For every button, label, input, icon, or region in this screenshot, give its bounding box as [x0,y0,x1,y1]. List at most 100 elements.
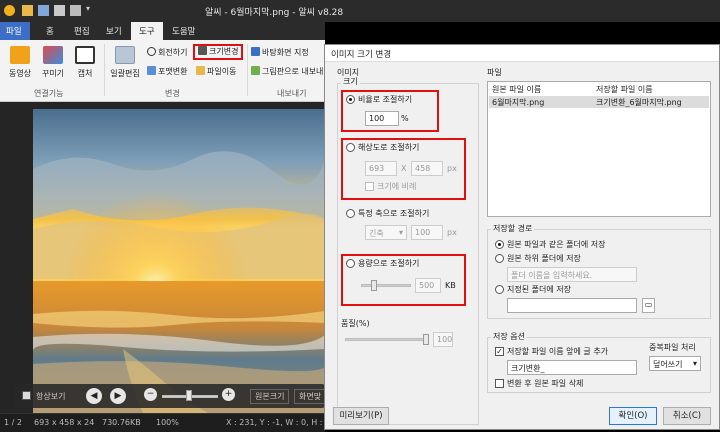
print-icon[interactable] [70,5,81,16]
ratio-label: 비율로 조절하기 [358,95,413,104]
keep-ratio-checkbox[interactable] [365,182,374,191]
quality-slider-thumb[interactable] [423,334,429,345]
zoom-in-icon[interactable]: + [222,388,235,401]
next-image-button[interactable]: ▶ [110,388,126,404]
capacity-radio[interactable] [346,259,355,268]
sub-folder-input[interactable]: 폴더 이름을 입력하세요. [507,267,637,282]
move-file-label: 파일이동 [207,67,237,76]
list-item[interactable]: 6월마지막.png 크기변환_6월마지막.png [489,96,709,108]
duplicate-select[interactable]: 덮어쓰기 ▾ [649,356,701,371]
ok-button[interactable]: 확인(O) [609,407,657,425]
axis-select[interactable]: 긴축 ▾ [365,225,407,240]
ratio-input[interactable]: 100 [365,111,399,126]
decorate-button[interactable]: 꾸미기 [38,46,68,79]
browse-folder-button[interactable]: ▭ [642,298,655,313]
group-label-link: 연결기능 [34,89,64,98]
col-original-header[interactable]: 원본 파일 이름 [492,84,541,95]
image-viewer[interactable]: 항상보기 ◀ ▶ − + 원본크기 화면맞 [0,102,327,413]
always-on-top-checkbox[interactable] [22,391,31,400]
wallpaper-label: 바탕화면 지정 [262,48,309,57]
group-label-export: 내보내기 [277,89,307,98]
ribbon-panel: 동영상 꾸미기 캡처 일괄편집 회전하기 크기변경 포맷변환 파일이동 바탕화면… [0,40,325,102]
quality-input[interactable]: 100 [433,332,453,347]
image-icon[interactable] [38,5,49,16]
video-label: 동영상 [8,69,32,78]
ribbon-tab-bar: 파일 홈 편집 보기 도구 도움말 [0,22,325,40]
move-file-button[interactable]: 파일이동 [196,65,236,78]
chevron-down-icon: ▾ [692,359,697,368]
open-folder-icon[interactable] [22,5,33,16]
sunset-photo [33,109,325,413]
axis-value-input[interactable]: 100 [411,225,443,240]
specified-folder-radio[interactable] [495,285,504,294]
dialog-title-bar: 이미지 크기 변경 [325,45,719,62]
capacity-slider[interactable] [361,284,411,287]
capacity-slider-thumb[interactable] [371,280,377,291]
export-paint-label: 그림판으로 내보내 [262,67,324,76]
folder-browse-icon: ▭ [644,300,653,309]
same-folder-radio[interactable] [495,240,504,249]
quality-label: 품질(%) [341,319,370,328]
save-path-label: 저장할 경로 [491,223,535,234]
capture-button[interactable]: 캡처 [71,46,99,79]
delete-original-label: 변환 후 원본 파일 삭제 [507,379,584,388]
quality-slider[interactable] [345,338,425,341]
folder-icon [196,66,205,75]
specified-folder-input[interactable] [507,298,637,313]
group-label-convert: 변경 [165,89,180,98]
rotate-button[interactable]: 회전하기 [147,46,187,59]
zoom-out-icon[interactable]: − [144,388,157,401]
cancel-button[interactable]: 취소(C) [663,407,711,425]
prefix-checkbox[interactable]: ✓ [495,347,504,356]
file-list[interactable]: 원본 파일 이름 저장할 파일 이름 6월마지막.png 크기변환_6월마지막.… [487,81,711,217]
tab-file[interactable]: 파일 [0,22,30,40]
file-size: 730.76KB [102,418,141,427]
set-wallpaper-button[interactable]: 바탕화면 지정 [251,46,309,59]
tab-help[interactable]: 도움말 [164,22,203,40]
resize-label: 크기변경 [209,47,239,56]
format-convert-button[interactable]: 포맷변환 [147,65,187,78]
capacity-input[interactable]: 500 [415,278,441,293]
specified-folder-label: 지정된 폴더에 저장 [507,285,571,294]
tab-edit[interactable]: 편집 [66,22,98,40]
ribbon-divider [104,44,105,96]
dialog-title: 이미지 크기 변경 [331,50,392,60]
tab-tools[interactable]: 도구 [131,22,163,40]
tab-view[interactable]: 보기 [98,22,130,40]
quick-access-dropdown-icon[interactable]: ▾ [86,4,90,13]
tab-home[interactable]: 홈 [38,22,62,40]
resize-icon [198,46,207,55]
batch-edit-icon [115,46,135,64]
ratio-radio[interactable] [346,95,355,104]
ribbon-divider [247,44,248,96]
batch-edit-button[interactable]: 일괄편집 [108,46,142,79]
same-folder-label: 원본 파일과 같은 폴더에 저장 [507,240,606,249]
fit-screen-button[interactable]: 화면맞 [294,389,327,404]
file-original-name: 6월마지막.png [492,98,545,107]
resolution-width-input[interactable]: 693 [365,161,397,176]
col-save-header[interactable]: 저장할 파일 이름 [596,84,653,95]
sub-folder-radio[interactable] [495,254,504,263]
video-icon [10,46,30,64]
video-button[interactable]: 동영상 [5,46,35,79]
prefix-input[interactable]: 크기변환_ [507,360,637,375]
original-size-button[interactable]: 원본크기 [250,389,290,404]
zoom-slider-thumb[interactable] [186,390,192,401]
resize-button[interactable]: 크기변경 [193,44,244,60]
format-icon [147,66,156,75]
delete-original-checkbox[interactable] [495,379,504,388]
export-paint-button[interactable]: 그림판으로 내보내 [251,65,323,78]
ratio-unit: % [401,114,409,123]
prefix-label: 저장할 파일 이름 앞에 글 추가 [507,347,609,356]
prev-image-button[interactable]: ◀ [86,388,102,404]
save-icon[interactable] [54,5,65,16]
capacity-unit: KB [445,281,456,290]
paint-icon [251,66,260,75]
preview-button[interactable]: 미리보기(P) [333,407,389,425]
axis-radio[interactable] [346,209,355,218]
resolution-radio[interactable] [346,143,355,152]
cursor-coords: X : 231, Y : -1, W : 0, H : 0 [226,418,331,427]
resolution-height-input[interactable]: 458 [411,161,443,176]
resolution-label: 해상도로 조절하기 [358,143,420,152]
files-section-label: 파일 [487,68,502,77]
